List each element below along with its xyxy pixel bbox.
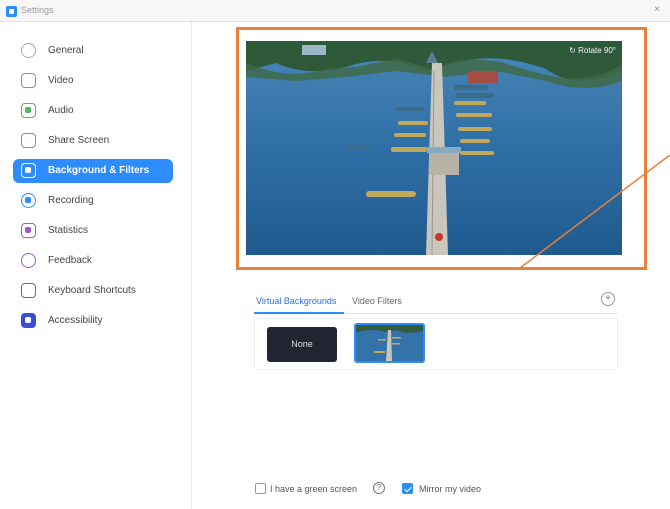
camera-icon bbox=[21, 73, 36, 88]
sidebar-item-label: Keyboard Shortcuts bbox=[48, 285, 136, 296]
video-preview: ↻ Rotate 90° bbox=[246, 41, 622, 255]
statistics-icon bbox=[21, 223, 36, 238]
sidebar-item-background-filters[interactable]: Background & Filters bbox=[13, 159, 173, 183]
close-button[interactable]: × bbox=[650, 3, 664, 17]
rotate-button[interactable]: ↻ Rotate 90° bbox=[569, 46, 616, 55]
add-background-button[interactable]: + bbox=[601, 292, 615, 306]
sidebar-item-label: Accessibility bbox=[48, 315, 103, 326]
sidebar-item-label: Share Screen bbox=[48, 135, 110, 146]
mirror-video-label: Mirror my video bbox=[419, 484, 482, 494]
zoom-app-icon bbox=[6, 6, 17, 17]
sidebar-item-general[interactable]: General bbox=[13, 39, 173, 63]
sidebar-item-label: Recording bbox=[48, 195, 94, 206]
title-bar: Settings × bbox=[0, 0, 670, 22]
record-icon bbox=[21, 193, 36, 208]
tab-video-filters[interactable]: Video Filters bbox=[352, 296, 402, 306]
sidebar-item-label: Background & Filters bbox=[48, 165, 150, 176]
active-tab-indicator bbox=[254, 312, 344, 314]
mirror-video-checkbox[interactable] bbox=[402, 483, 413, 494]
sidebar-item-recording[interactable]: Recording bbox=[13, 189, 173, 213]
tab-virtual-backgrounds[interactable]: Virtual Backgrounds bbox=[256, 296, 336, 306]
sidebar-item-feedback[interactable]: Feedback bbox=[13, 249, 173, 273]
window-title: Settings bbox=[21, 5, 54, 15]
accessibility-icon bbox=[21, 313, 36, 328]
sidebar-item-share-screen[interactable]: Share Screen bbox=[13, 129, 173, 153]
pier-background-image bbox=[246, 41, 622, 255]
background-icon bbox=[21, 163, 36, 178]
background-pier-option[interactable] bbox=[354, 323, 425, 363]
sidebar-item-video[interactable]: Video bbox=[13, 69, 173, 93]
headphones-icon bbox=[21, 103, 36, 118]
help-icon[interactable]: ? bbox=[373, 482, 385, 494]
sidebar-item-label: Audio bbox=[48, 105, 74, 116]
sidebar-item-keyboard-shortcuts[interactable]: Keyboard Shortcuts bbox=[13, 279, 173, 303]
sidebar-item-statistics[interactable]: Statistics bbox=[13, 219, 173, 243]
share-screen-icon bbox=[21, 133, 36, 148]
sidebar-item-label: General bbox=[48, 45, 84, 56]
green-screen-checkbox[interactable] bbox=[255, 483, 266, 494]
sidebar-item-accessibility[interactable]: Accessibility bbox=[13, 309, 173, 333]
pier-thumbnail-image bbox=[356, 325, 423, 361]
keyboard-icon bbox=[21, 283, 36, 298]
sidebar-item-audio[interactable]: Audio bbox=[13, 99, 173, 123]
sidebar-item-label: Video bbox=[48, 75, 74, 86]
gear-icon bbox=[21, 43, 36, 58]
green-screen-label: I have a green screen bbox=[270, 484, 358, 494]
feedback-icon bbox=[21, 253, 36, 268]
background-tabs: Virtual Backgrounds Video Filters bbox=[254, 292, 618, 314]
sidebar-item-label: Feedback bbox=[48, 255, 92, 266]
none-label: None bbox=[291, 339, 313, 349]
background-none-option[interactable]: None bbox=[267, 327, 337, 362]
settings-sidebar: General Video Audio Share Screen Backgro… bbox=[0, 22, 192, 509]
sidebar-item-label: Statistics bbox=[48, 225, 89, 236]
